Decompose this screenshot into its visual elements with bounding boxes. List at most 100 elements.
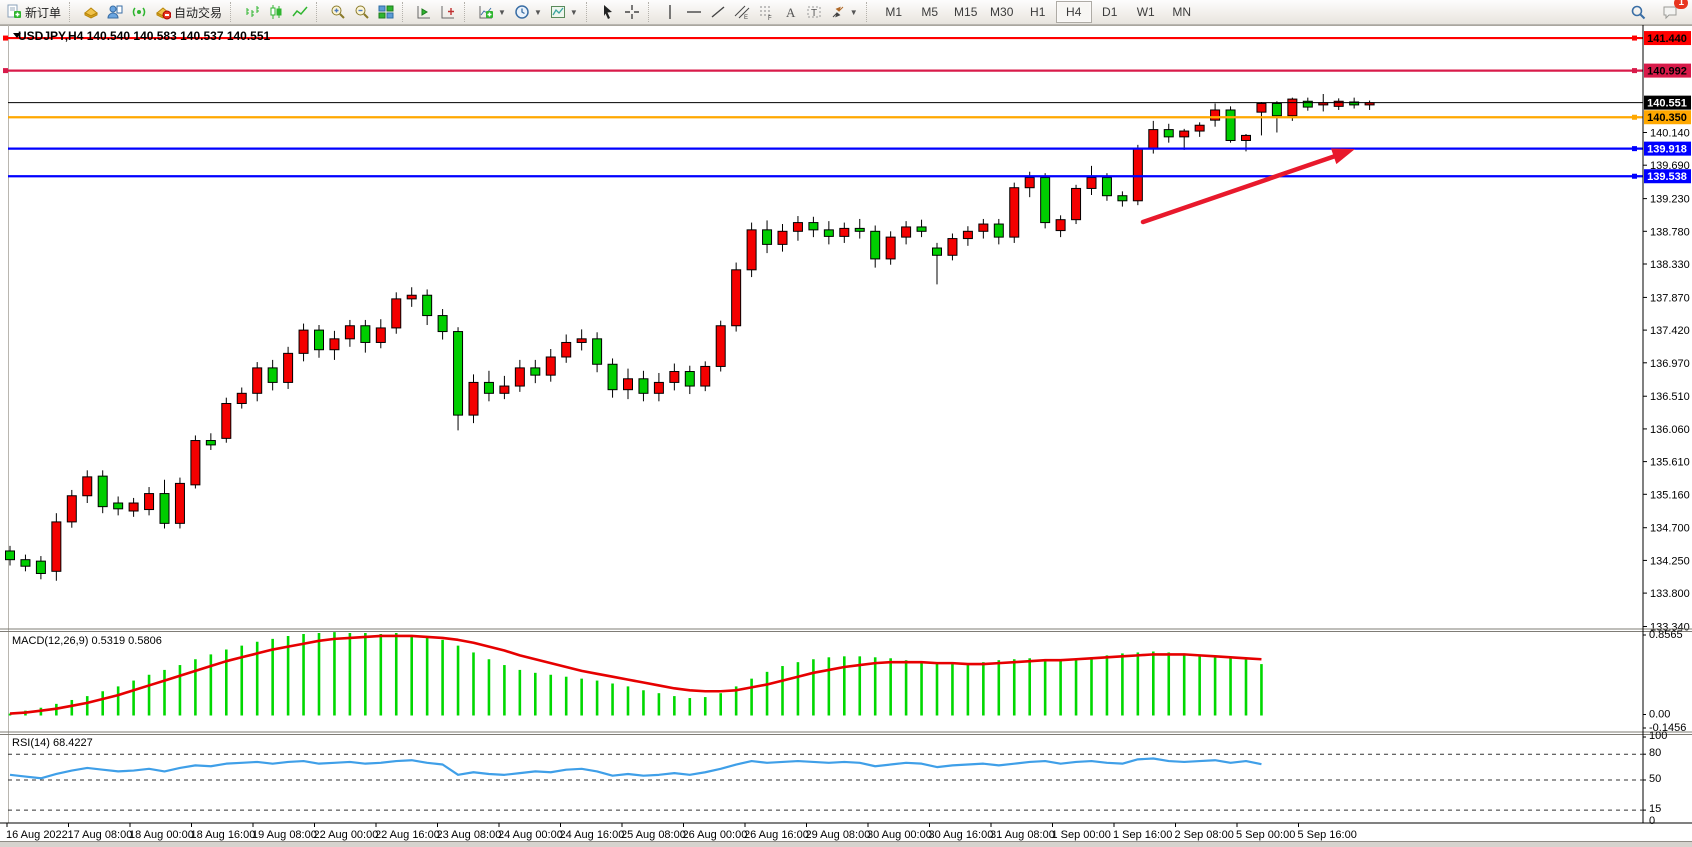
timeframe-w1[interactable]: W1	[1128, 1, 1164, 23]
timeframe-mn[interactable]: MN	[1164, 1, 1200, 23]
candle[interactable]	[206, 441, 215, 445]
candle[interactable]	[1118, 196, 1127, 201]
line-chart-button[interactable]	[288, 1, 312, 23]
candle[interactable]	[809, 223, 818, 230]
candle[interactable]	[6, 551, 15, 560]
candle[interactable]	[21, 560, 30, 567]
candle[interactable]	[376, 328, 385, 343]
timeframe-m1[interactable]: M1	[876, 1, 912, 23]
trend-arrow-line[interactable]	[1143, 152, 1347, 222]
candle[interactable]	[160, 494, 169, 524]
candle[interactable]	[1257, 103, 1266, 112]
periods-button[interactable]: ▼	[510, 1, 546, 23]
candle[interactable]	[454, 332, 463, 416]
candle[interactable]	[979, 224, 988, 231]
candle[interactable]	[1195, 125, 1204, 131]
candle[interactable]	[1041, 178, 1050, 223]
candle[interactable]	[500, 386, 509, 393]
candle[interactable]	[191, 441, 200, 485]
fibonacci-button[interactable]: F	[754, 1, 778, 23]
candle[interactable]	[654, 382, 663, 393]
candle[interactable]	[1242, 135, 1251, 140]
text-button[interactable]: A	[778, 1, 802, 23]
candle[interactable]	[840, 228, 849, 236]
crosshair-button[interactable]	[620, 1, 644, 23]
candle[interactable]	[1056, 220, 1065, 231]
candle[interactable]	[1180, 131, 1189, 137]
candle[interactable]	[1303, 101, 1312, 107]
label-button[interactable]: T	[802, 1, 826, 23]
candle[interactable]	[98, 476, 107, 507]
candle[interactable]	[917, 227, 926, 231]
candle[interactable]	[778, 231, 787, 244]
candle[interactable]	[67, 496, 76, 522]
cursor-button[interactable]	[596, 1, 620, 23]
candle[interactable]	[933, 248, 942, 255]
candle[interactable]	[1334, 101, 1343, 106]
candle[interactable]	[747, 230, 756, 270]
line-handle[interactable]	[3, 68, 8, 73]
candle[interactable]	[1133, 148, 1142, 200]
zoom-out-button[interactable]	[350, 1, 374, 23]
candle[interactable]	[299, 330, 308, 353]
candle[interactable]	[1087, 178, 1096, 189]
notifications-button[interactable]: 1	[1658, 1, 1682, 23]
candle[interactable]	[1102, 178, 1111, 196]
candle[interactable]	[253, 368, 262, 393]
candle[interactable]	[732, 270, 741, 326]
candle[interactable]	[423, 295, 432, 315]
candle[interactable]	[963, 231, 972, 238]
timeframe-h1[interactable]: H1	[1020, 1, 1056, 23]
candle[interactable]	[361, 326, 370, 343]
candle[interactable]	[639, 379, 648, 394]
tile-windows-button[interactable]	[374, 1, 398, 23]
chevron-down-icon[interactable]: ▼	[850, 8, 858, 17]
candle[interactable]	[237, 393, 246, 403]
candle[interactable]	[175, 483, 184, 523]
candle[interactable]	[593, 339, 602, 364]
candle[interactable]	[685, 372, 694, 387]
candle[interactable]	[1025, 178, 1034, 188]
candle[interactable]	[145, 494, 154, 510]
chevron-down-icon[interactable]: ▼	[534, 8, 542, 17]
candle[interactable]	[562, 342, 571, 357]
candle[interactable]	[284, 353, 293, 382]
line-handle[interactable]	[1632, 68, 1637, 73]
line-handle[interactable]	[1632, 146, 1637, 151]
candle[interactable]	[902, 227, 911, 237]
market-watch-button[interactable]	[103, 1, 127, 23]
candle[interactable]	[515, 368, 524, 386]
candle[interactable]	[1149, 130, 1158, 149]
auto-trading-button[interactable]: 自动交易	[151, 1, 226, 23]
candle[interactable]	[1072, 188, 1081, 219]
candle[interactable]	[1226, 110, 1235, 141]
timeframe-d1[interactable]: D1	[1092, 1, 1128, 23]
candle[interactable]	[763, 230, 772, 245]
chevron-down-icon[interactable]: ▼	[570, 8, 578, 17]
candle[interactable]	[315, 330, 324, 350]
candle[interactable]	[670, 372, 679, 383]
candle[interactable]	[624, 379, 633, 390]
candlestick-button[interactable]	[264, 1, 288, 23]
candle[interactable]	[546, 357, 555, 375]
candle[interactable]	[994, 224, 1003, 237]
candle[interactable]	[531, 368, 540, 375]
timeframe-m5[interactable]: M5	[912, 1, 948, 23]
timeframe-m15[interactable]: M15	[948, 1, 984, 23]
candle[interactable]	[330, 339, 339, 350]
candle[interactable]	[1010, 188, 1019, 237]
candle[interactable]	[1272, 103, 1281, 115]
price-chart[interactable]: 141.440140.992140.350139.918139.538140.1…	[0, 25, 1692, 847]
timeframe-h4[interactable]: H4	[1056, 1, 1092, 23]
candle[interactable]	[824, 230, 833, 237]
candle[interactable]	[129, 503, 138, 511]
shapes-button[interactable]: ▼	[826, 1, 862, 23]
timeframe-m30[interactable]: M30	[984, 1, 1020, 23]
line-handle[interactable]	[1632, 174, 1637, 179]
hline-button[interactable]	[682, 1, 706, 23]
candle[interactable]	[716, 326, 725, 367]
candle[interactable]	[484, 382, 493, 393]
candle[interactable]	[1211, 110, 1220, 120]
trend-arrow-head[interactable]	[1331, 149, 1355, 165]
chevron-down-icon[interactable]: ▼	[498, 8, 506, 17]
